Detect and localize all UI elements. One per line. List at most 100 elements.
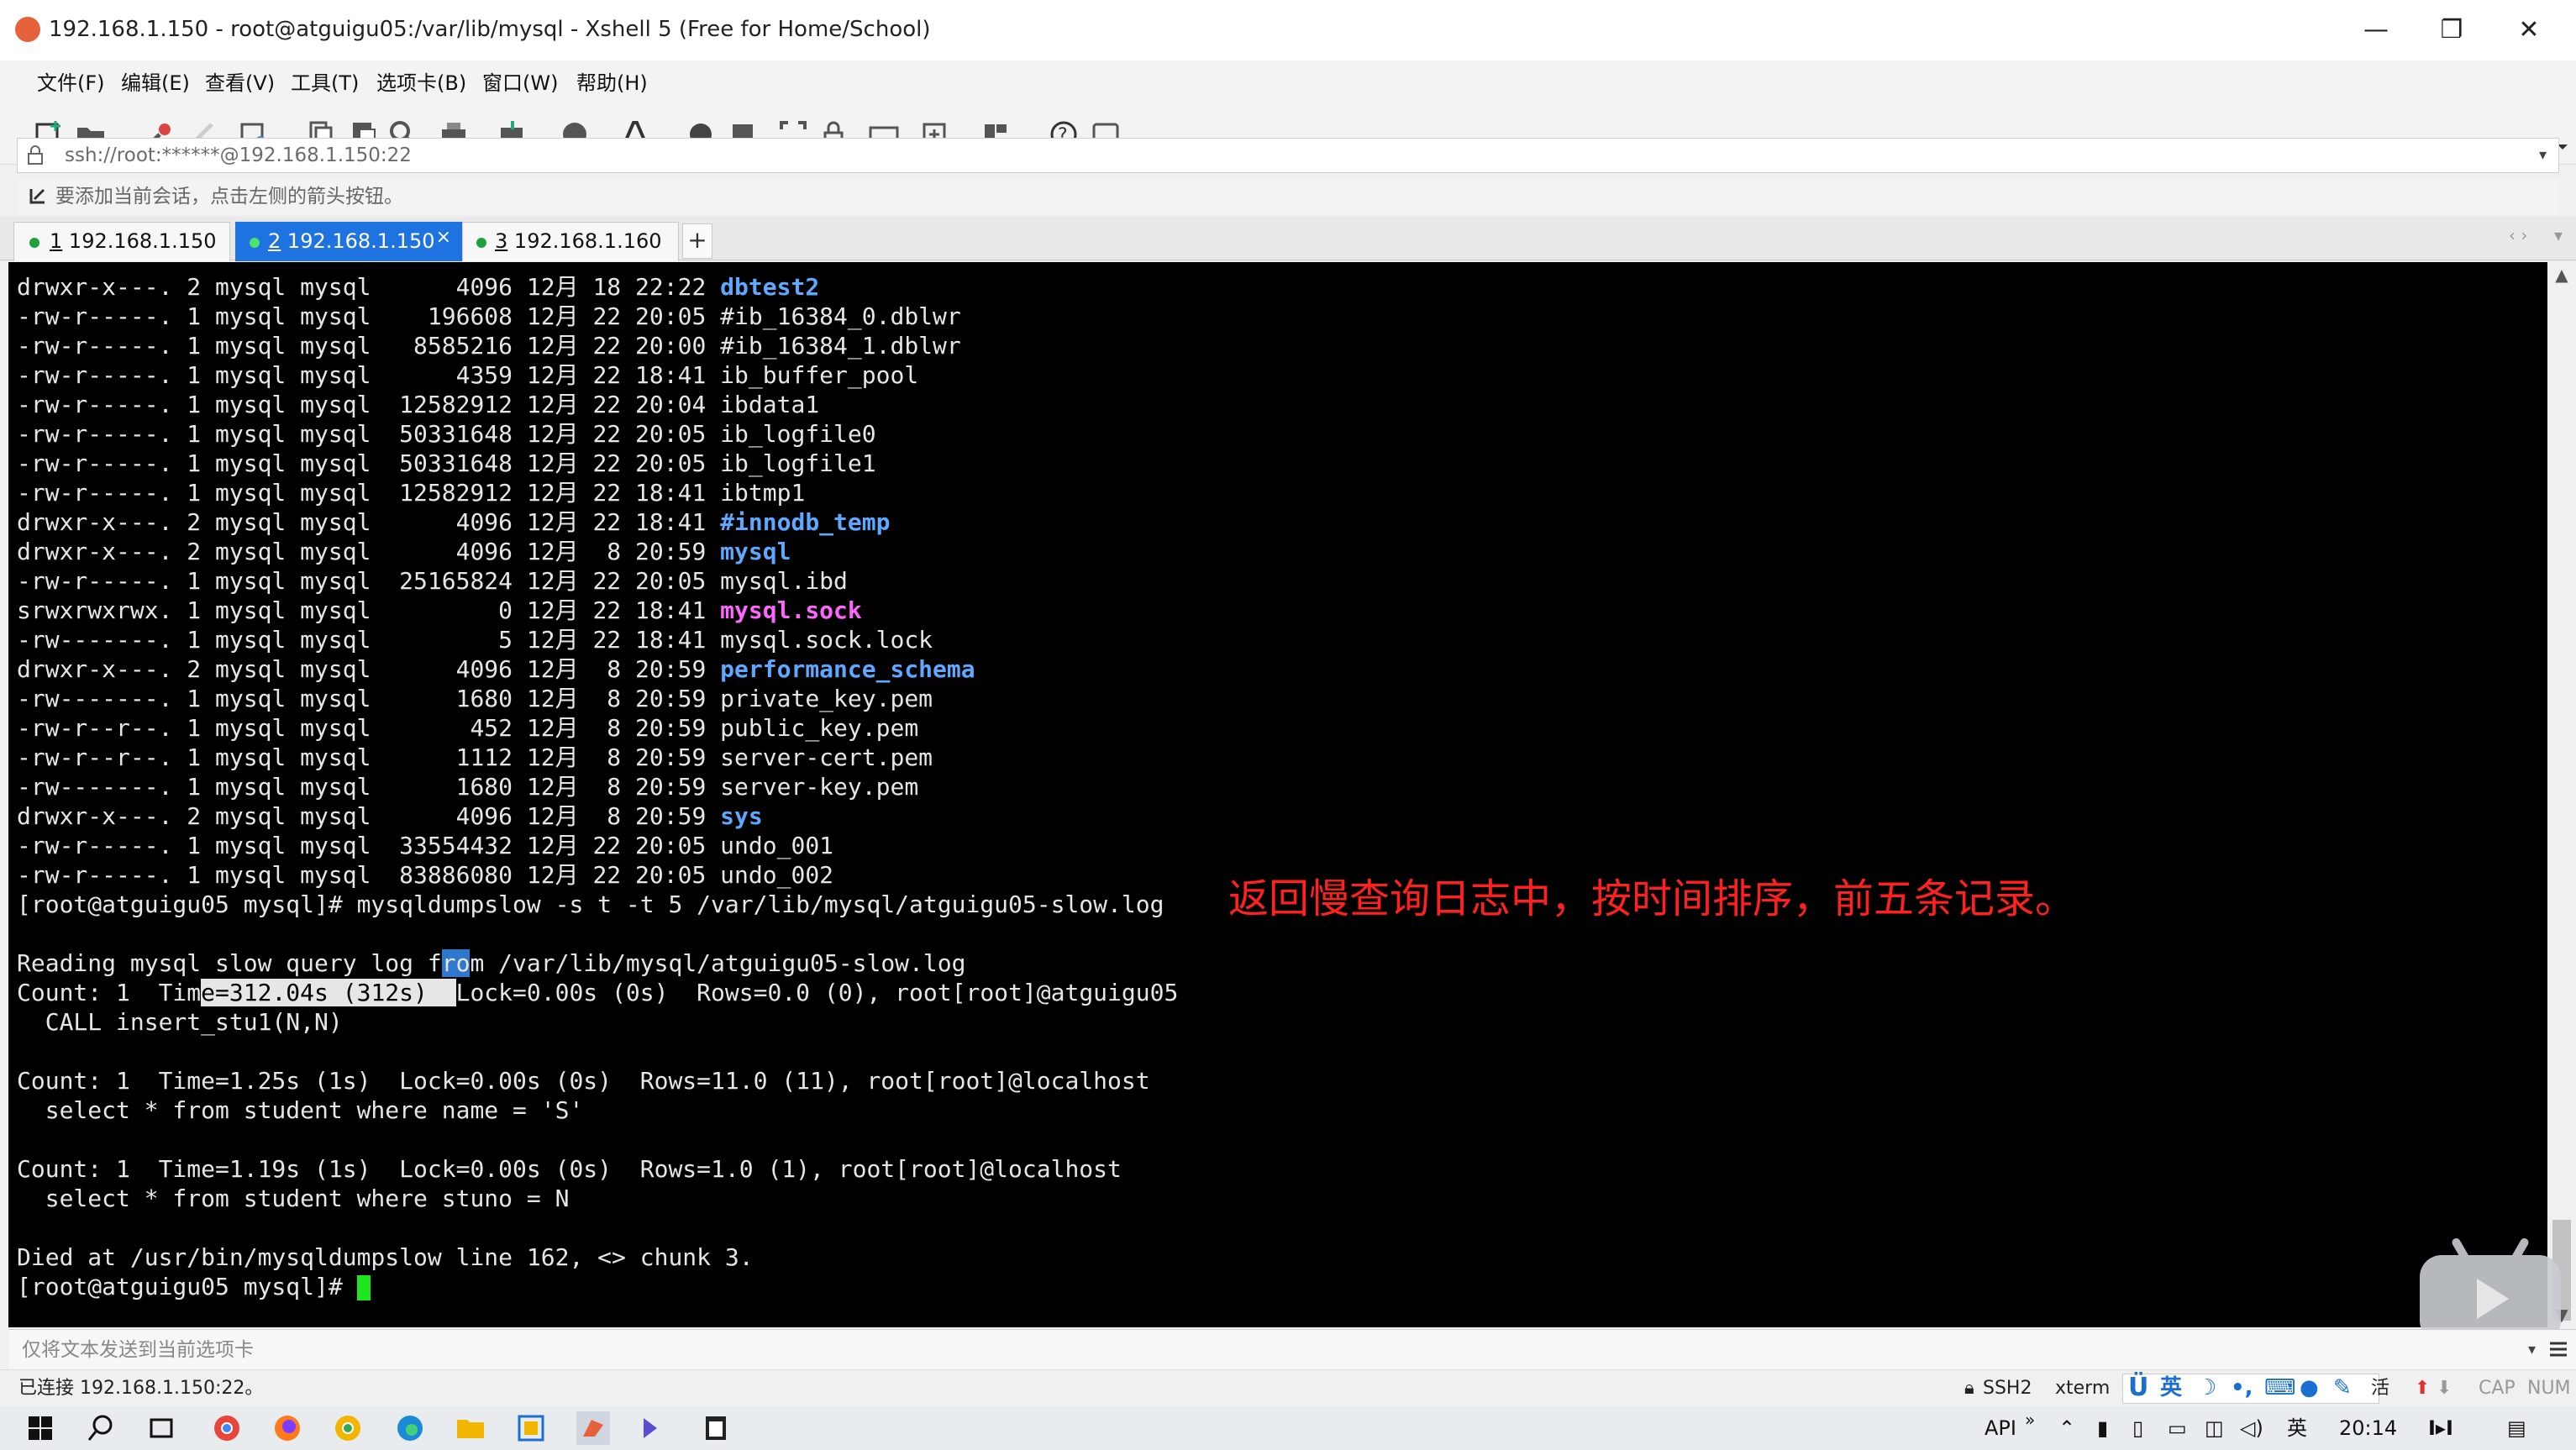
menu-tools[interactable]: 工具(T) — [291, 60, 359, 106]
ls-filename: performance_schema — [720, 655, 975, 683]
tray-battery-icon[interactable]: ▭ — [2168, 1406, 2187, 1450]
annotation-text: 返回慢查询日志中，按时间排序，前五条记录。 — [1228, 875, 2076, 922]
chrome-icon[interactable] — [210, 1411, 244, 1445]
windows-start-icon[interactable] — [24, 1411, 57, 1445]
tab-close-icon[interactable]: × — [436, 219, 451, 256]
compose-menu-icon[interactable] — [2547, 1338, 2569, 1360]
tab-session-3[interactable]: 3 192.168.1.160 — [462, 222, 679, 261]
app-window-icon[interactable] — [514, 1411, 548, 1445]
ls-meta: -rw-r-----. 1 mysql mysql 12582912 12月 2… — [17, 391, 721, 418]
tab-host: 192.168.1.150 — [68, 229, 217, 253]
ime-logo-icon: Ü — [2128, 1373, 2149, 1402]
ls-meta: -rw-r-----. 1 mysql mysql 50331648 12月 2… — [17, 420, 721, 448]
tray-clock[interactable]: 20:14 — [2339, 1406, 2397, 1450]
lock-icon — [28, 145, 43, 165]
tab-prev-icon[interactable]: ‹ › — [2509, 225, 2527, 245]
tab-session-1[interactable]: 1 192.168.1.150 — [13, 222, 230, 261]
tray-volume-icon[interactable]: ◁) — [2240, 1406, 2263, 1450]
tray-more-icon[interactable]: » — [2025, 1398, 2035, 1442]
terminal[interactable]: drwxr-x---. 2 mysql mysql 4096 12月 18 22… — [8, 262, 2547, 1327]
window-title: 192.168.1.150 - root@atguigu05:/var/lib/… — [49, 17, 931, 42]
ls-row: -rw-r-----. 1 mysql mysql 50331648 12月 2… — [17, 419, 1178, 449]
tray-up-chevron-icon[interactable]: ⌃ — [2058, 1406, 2075, 1450]
ls-row: -rw-r-----. 1 mysql mysql 25165824 12月 2… — [17, 566, 1178, 596]
ime-tool-icon[interactable]: ✎ — [2333, 1374, 2352, 1401]
address-dropdown-icon[interactable]: ▾ — [2539, 139, 2547, 172]
terminal-scrollbar[interactable]: ▲ ▼ — [2547, 262, 2576, 1327]
search-icon[interactable] — [84, 1411, 118, 1445]
title-bar: 192.168.1.150 - root@atguigu05:/var/lib/… — [0, 0, 2576, 60]
restore-button[interactable]: ❐ — [2416, 7, 2487, 54]
tray-usb-icon[interactable]: ▯ — [2132, 1406, 2143, 1450]
ls-row: -rw-r-----. 1 mysql mysql 12582912 12月 2… — [17, 478, 1178, 507]
task-view-icon[interactable] — [145, 1411, 178, 1445]
compose-bar[interactable]: 仅将文本发送到当前选项卡 ▾ — [8, 1329, 2576, 1369]
notification-center-icon[interactable]: ▤ — [2507, 1406, 2526, 1450]
new-tab-button[interactable]: + — [682, 223, 712, 259]
connection-status: 已连接 192.168.1.150:22。 — [18, 1378, 264, 1399]
scroll-up-icon[interactable]: ▲ — [2547, 262, 2576, 287]
compose-dropdown-icon[interactable]: ▾ — [2528, 1330, 2536, 1370]
minimize-button[interactable]: — — [2341, 7, 2411, 54]
lock-icon: 🔒︎ — [1964, 1378, 1974, 1399]
connected-dot-icon — [29, 238, 39, 248]
ls-meta: srwxrwxrwx. 1 mysql mysql 0 12月 22 18:41 — [17, 596, 721, 624]
menu-tabs[interactable]: 选项卡(B) — [376, 60, 466, 106]
ime-moon-icon[interactable]: ☽ — [2197, 1374, 2216, 1401]
terminal-text: Count: 1 Time=1.19s (1s) Lock=0.00s (0s)… — [17, 1155, 1122, 1183]
ls-filename: mysql.sock — [720, 596, 862, 624]
add-session-arrow-icon[interactable] — [29, 187, 47, 205]
menu-window[interactable]: 窗口(W) — [482, 60, 558, 106]
terminal-text: CALL insert_stu1(N,N) — [17, 1008, 343, 1036]
prompt-line: [root@atguigu05 mysql]# — [17, 1272, 1178, 1301]
tray-app-icon[interactable]: I▸I — [2428, 1406, 2453, 1450]
ime-toolbar[interactable]: Ü 英 ☽ •, ⌨ ● ✎ — [2122, 1374, 2379, 1404]
ls-filename: ib_logfile0 — [720, 420, 876, 448]
firefox-icon[interactable] — [271, 1411, 304, 1445]
close-button[interactable]: ✕ — [2494, 7, 2564, 54]
tab-session-2[interactable]: 2 192.168.1.150 × — [235, 222, 462, 261]
edge-icon[interactable] — [393, 1411, 427, 1445]
ls-meta: drwxr-x---. 2 mysql mysql 4096 12月 8 20:… — [17, 538, 721, 565]
ime-lang-label[interactable]: 英 — [2160, 1374, 2182, 1401]
ls-meta: -rw-------. 1 mysql mysql 5 12月 22 18:41 — [17, 626, 721, 654]
terminal-text: select * from student where name = 'S' — [17, 1096, 584, 1124]
ls-row: -rw-r-----. 1 mysql mysql 83886080 12月 2… — [17, 860, 1178, 890]
menu-help[interactable]: 帮助(H) — [576, 60, 648, 106]
ls-meta: -rw-r--r--. 1 mysql mysql 1112 12月 8 20:… — [17, 743, 721, 771]
chrome-alt-icon[interactable] — [331, 1411, 365, 1445]
menu-edit[interactable]: 编辑(E) — [121, 60, 190, 106]
notepad-icon[interactable] — [699, 1411, 733, 1445]
command-text: [root@atguigu05 mysql]# mysqldumpslow -s… — [17, 890, 1164, 918]
caps-indicator: CAP — [2479, 1378, 2516, 1399]
tray-api-label[interactable]: API — [1985, 1406, 2016, 1450]
tray-network-icon[interactable]: ◫ — [2205, 1406, 2224, 1450]
ls-row: drwxr-x---. 2 mysql mysql 4096 12月 8 20:… — [17, 537, 1178, 566]
terminal-app-icon[interactable] — [637, 1411, 670, 1445]
ime-keyboard-icon[interactable]: ⌨ — [2264, 1374, 2296, 1401]
address-bar[interactable]: ssh://root:******@192.168.1.150:22 ▾ — [17, 138, 2559, 173]
file-explorer-icon[interactable] — [454, 1411, 487, 1445]
ime-punct-icon[interactable]: •, — [2231, 1374, 2253, 1401]
menu-file[interactable]: 文件(F) — [37, 60, 105, 106]
ime-user-icon[interactable]: ● — [2300, 1374, 2319, 1401]
ls-row: drwxr-x---. 2 mysql mysql 4096 12月 8 20:… — [17, 801, 1178, 831]
download-arrow-icon: ⬇ — [2437, 1378, 2452, 1399]
terminal-text: Reading mysql slow query log f — [17, 949, 442, 977]
menu-view[interactable]: 查看(V) — [205, 60, 275, 106]
ls-meta: -rw-r-----. 1 mysql mysql 4359 12月 22 18… — [17, 361, 721, 389]
xshell-taskbar-icon[interactable] — [576, 1411, 610, 1445]
connected-dot-icon — [476, 238, 486, 248]
ls-row: -rw-------. 1 mysql mysql 1680 12月 8 20:… — [17, 684, 1178, 713]
tray-mic-icon[interactable]: ▮ — [2097, 1406, 2108, 1450]
tray-lang-label[interactable]: 英 — [2287, 1406, 2307, 1450]
tab-menu-icon[interactable]: ▾ — [2554, 225, 2563, 245]
terminal-cursor — [356, 1275, 371, 1300]
ls-row: -rw-r-----. 1 mysql mysql 8585216 12月 22… — [17, 331, 1178, 360]
count-line: Count: 1 Time=1.19s (1s) Lock=0.00s (0s)… — [17, 1154, 1178, 1184]
terminal-text: Died at /usr/bin/mysqldumpslow line 162,… — [17, 1243, 754, 1271]
ls-meta: -rw-r-----. 1 mysql mysql 83886080 12月 2… — [17, 861, 721, 889]
